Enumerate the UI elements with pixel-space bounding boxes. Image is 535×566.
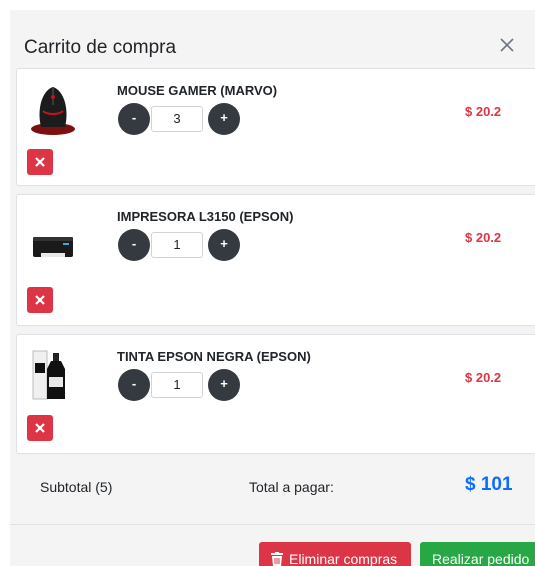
cart-item: IMPRESORA L3150 (EPSON) - + $ 20.2 [16, 194, 535, 326]
close-icon [35, 295, 45, 305]
modal-header: Carrito de compra [10, 10, 535, 66]
close-icon [35, 157, 45, 167]
remove-item-button[interactable] [27, 287, 53, 313]
item-name: IMPRESORA L3150 (EPSON) [117, 209, 294, 224]
item-price: $ 20.2 [465, 230, 502, 245]
ink-bottle-image [32, 350, 65, 400]
clear-cart-label: Eliminar compras [289, 551, 398, 566]
total-value: $ 101 [465, 474, 513, 495]
printer-image [33, 237, 73, 257]
decrement-button[interactable]: - [118, 369, 150, 401]
total-label: Total a pagar: [249, 479, 334, 495]
gaming-mouse-image [31, 87, 75, 135]
item-price: $ 20.2 [465, 370, 502, 385]
close-icon [500, 38, 514, 52]
increment-button[interactable]: + [208, 369, 240, 401]
item-name: TINTA EPSON NEGRA (EPSON) [117, 349, 311, 364]
quantity-input[interactable] [151, 232, 203, 258]
trash-icon [271, 552, 283, 566]
cart-item: TINTA EPSON NEGRA (EPSON) - + $ 20.2 [16, 334, 535, 454]
quantity-input[interactable] [151, 372, 203, 398]
item-price: $ 20.2 [465, 104, 502, 119]
decrement-button[interactable]: - [118, 103, 150, 135]
close-icon [35, 423, 45, 433]
cart-item: MOUSE GAMER (MARVO) - + $ 20.2 [16, 68, 535, 186]
increment-button[interactable]: + [208, 103, 240, 135]
subtotal-label: Subtotal (5) [40, 479, 113, 495]
footer-divider [10, 524, 535, 525]
place-order-label: Realizar pedido [432, 551, 530, 566]
remove-item-button[interactable] [27, 149, 53, 175]
cart-modal: Carrito de compra MOUSE GAMER (MARVO) - … [10, 10, 535, 566]
remove-item-button[interactable] [27, 415, 53, 441]
clear-cart-button[interactable]: Eliminar compras [259, 542, 411, 566]
decrement-button[interactable]: - [118, 229, 150, 261]
place-order-button[interactable]: Realizar pedido [420, 542, 535, 566]
increment-button[interactable]: + [208, 229, 240, 261]
modal-title: Carrito de compra [24, 37, 177, 58]
item-name: MOUSE GAMER (MARVO) [117, 83, 278, 98]
quantity-input[interactable] [151, 106, 203, 132]
close-button[interactable] [496, 34, 518, 56]
cart-summary: Subtotal (5) Total a pagar: $ 101 [10, 452, 535, 518]
